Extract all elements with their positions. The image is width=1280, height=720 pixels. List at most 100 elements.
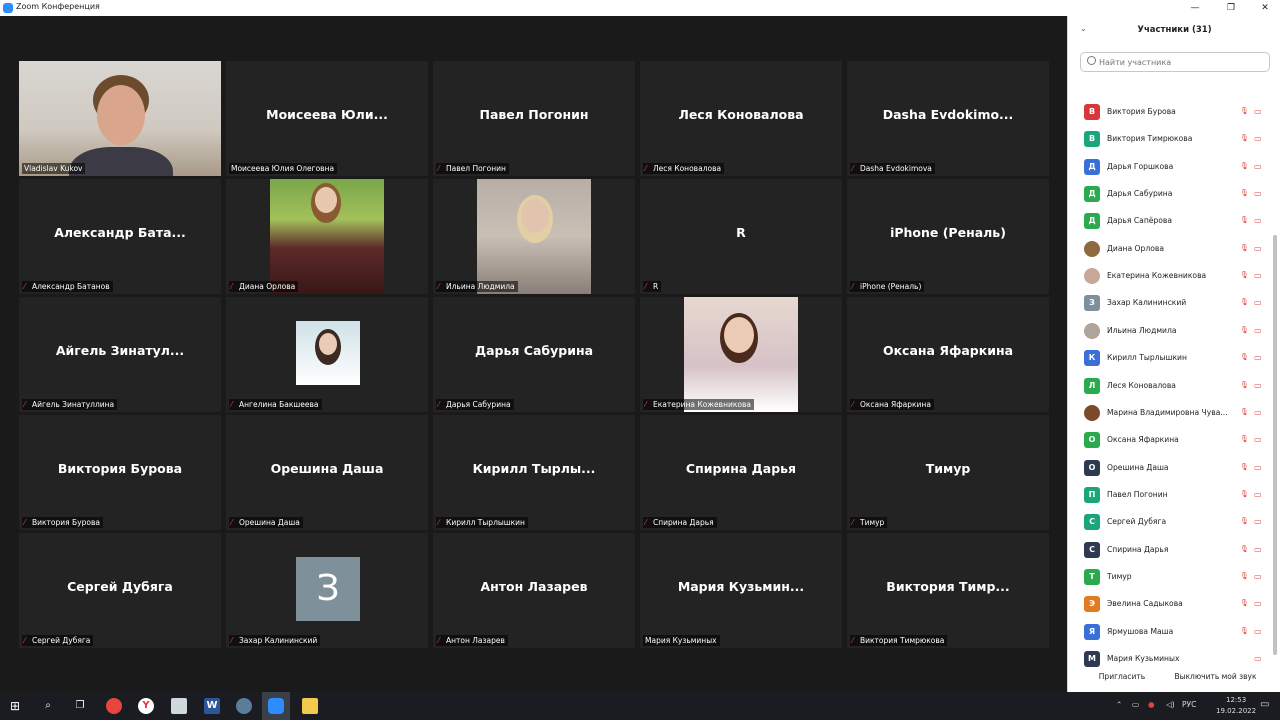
clock-time[interactable]: 12:53 bbox=[1226, 696, 1246, 704]
participant-search-input[interactable] bbox=[1080, 52, 1270, 72]
video-tile[interactable]: Dasha Evdokimo... ⁄ Dasha Evdokimova bbox=[847, 61, 1049, 176]
video-tile[interactable]: ⁄ Ильина Людмила bbox=[433, 179, 635, 294]
tile-name-text: Сергей Дубяга bbox=[32, 636, 91, 645]
language-indicator[interactable]: РУС bbox=[1182, 700, 1196, 709]
participant-name: Орешина Даша bbox=[1107, 462, 1169, 472]
video-tile[interactable]: Антон Лазарев ⁄ Антон Лазарев bbox=[433, 533, 635, 648]
participant-row[interactable]: Э Эвелина Садыкова 🎙 ▭ bbox=[1068, 591, 1273, 618]
video-tile[interactable]: Мария Кузьмин... Мария Кузьминых bbox=[640, 533, 842, 648]
video-tile[interactable]: Александр Бата... ⁄ Александр Батанов bbox=[19, 179, 221, 294]
participant-row[interactable]: В Виктория Тимрюкова 🎙 ▭ bbox=[1068, 126, 1273, 153]
antivirus-icon[interactable]: ● bbox=[1148, 700, 1155, 709]
video-tile[interactable]: Орешина Даша ⁄ Орешина Даша bbox=[226, 415, 428, 530]
participant-row[interactable]: Д Дарья Сабурина 🎙 ▭ bbox=[1068, 181, 1273, 208]
participant-row[interactable]: Екатерина Кожевникова 🎙 ▭ bbox=[1068, 263, 1273, 290]
mic-muted-icon: ⁄ bbox=[24, 282, 26, 291]
camera-off-icon: ▭ bbox=[1254, 626, 1262, 636]
search-icon bbox=[1087, 56, 1096, 65]
video-tile[interactable]: Vladislav Kukov bbox=[19, 61, 221, 176]
video-tile[interactable]: Айгель Зинатул... ⁄ Айгель Зинатуллина bbox=[19, 297, 221, 412]
camera-off-icon: ▭ bbox=[1254, 189, 1262, 199]
word-icon[interactable]: W bbox=[204, 698, 220, 714]
video-tile[interactable]: З ⁄ Захар Калининский bbox=[226, 533, 428, 648]
close-button[interactable]: ✕ bbox=[1248, 0, 1280, 16]
tile-name-text: Дарья Сабурина bbox=[446, 400, 511, 409]
participant-name: Виктория Бурова bbox=[1107, 107, 1176, 116]
invite-button[interactable]: Пригласить bbox=[1092, 670, 1152, 684]
video-tile[interactable]: iPhone (Реналь) ⁄ iPhone (Реналь) bbox=[847, 179, 1049, 294]
notepad-icon[interactable] bbox=[171, 698, 187, 714]
video-tile[interactable]: ⁄ Ангелина Бакшеева bbox=[226, 297, 428, 412]
chrome-icon[interactable] bbox=[106, 698, 122, 714]
task-view-icon[interactable]: ❐ bbox=[72, 698, 88, 714]
participant-row[interactable]: Д Дарья Горшкова 🎙 ▭ bbox=[1068, 154, 1273, 181]
participant-row[interactable]: Марина Владимировна Чува... 🎙 ▭ bbox=[1068, 400, 1273, 427]
minimize-button[interactable]: — bbox=[1178, 0, 1212, 16]
notifications-icon[interactable]: ▭ bbox=[1260, 699, 1269, 710]
chevron-up-icon[interactable]: ⌃ bbox=[1116, 700, 1122, 709]
participants-scrollbar[interactable] bbox=[1273, 235, 1277, 655]
video-tile[interactable]: Виктория Тимр... ⁄ Виктория Тимрюкова bbox=[847, 533, 1049, 648]
tile-name-label: ⁄ Ильина Людмила bbox=[436, 281, 518, 292]
video-tile[interactable]: Спирина Дарья ⁄ Спирина Дарья bbox=[640, 415, 842, 530]
participant-avatar: К bbox=[1084, 350, 1100, 367]
video-tile[interactable]: Павел Погонин ⁄ Павел Погонин bbox=[433, 61, 635, 176]
participants-panel: ⌄ Участники (31) В Виктория Бурова 🎙 ▭ В Викт… bbox=[1067, 16, 1280, 692]
camera-off-icon: ▭ bbox=[1254, 544, 1262, 554]
camera-off-icon: ▭ bbox=[1254, 599, 1262, 609]
participant-avatar: В bbox=[1084, 131, 1100, 148]
tile-name-text: Захар Калининский bbox=[239, 636, 318, 645]
participant-row[interactable]: С Спирина Дарья 🎙 ▭ bbox=[1068, 537, 1273, 564]
participant-row[interactable]: Я Ярмушова Маша 🎙 ▭ bbox=[1068, 619, 1273, 646]
video-tile[interactable]: Кирилл Тырлы... ⁄ Кирилл Тырлышкин bbox=[433, 415, 635, 530]
participant-row[interactable]: П Павел Погонин 🎙 ▭ bbox=[1068, 482, 1273, 509]
participant-row[interactable]: В Виктория Бурова 🎙 ▭ bbox=[1068, 99, 1273, 126]
video-tile[interactable]: Сергей Дубяга ⁄ Сергей Дубяга bbox=[19, 533, 221, 648]
tile-name-text: Антон Лазарев bbox=[446, 636, 505, 645]
yandex-browser-icon[interactable]: Y bbox=[138, 698, 154, 714]
participant-row[interactable]: Л Леся Коновалова 🎙 ▭ bbox=[1068, 373, 1273, 400]
participant-row[interactable]: Диана Орлова 🎙 ▭ bbox=[1068, 236, 1273, 263]
volume-icon[interactable]: ◁) bbox=[1166, 700, 1175, 709]
video-tile[interactable]: ⁄ Екатерина Кожевникова bbox=[640, 297, 842, 412]
video-tile[interactable]: Оксана Яфаркина ⁄ Оксана Яфаркина bbox=[847, 297, 1049, 412]
profile-photo bbox=[684, 297, 798, 412]
video-tile[interactable]: Леся Коновалова ⁄ Леся Коновалова bbox=[640, 61, 842, 176]
participant-row[interactable]: Т Тимур 🎙 ▭ bbox=[1068, 564, 1273, 591]
participant-row[interactable]: О Оксана Яфаркина 🎙 ▭ bbox=[1068, 427, 1273, 454]
video-tile[interactable]: Тимур ⁄ Тимур bbox=[847, 415, 1049, 530]
mic-muted-icon: 🎙 bbox=[1240, 626, 1249, 635]
participant-name: Захар Калининский bbox=[1107, 298, 1187, 308]
participant-row[interactable]: Д Дарья Сапёрова 🎙 ▭ bbox=[1068, 208, 1273, 235]
mic-muted-icon: ⁄ bbox=[645, 518, 647, 527]
zoom-icon[interactable] bbox=[268, 698, 284, 714]
video-tile[interactable]: ⁄ Диана Орлова bbox=[226, 179, 428, 294]
windows-start-icon[interactable]: ⊞ bbox=[7, 698, 23, 714]
mute-me-button[interactable]: Выключить мой звук bbox=[1168, 670, 1263, 684]
participant-row[interactable]: С Сергей Дубяга 🎙 ▭ bbox=[1068, 509, 1273, 536]
video-tile[interactable]: R ⁄ R bbox=[640, 179, 842, 294]
tile-name-label: ⁄ Dasha Evdokimova bbox=[850, 163, 935, 174]
search-icon[interactable]: ⌕ bbox=[40, 698, 56, 714]
participant-row[interactable]: О Орешина Даша 🎙 ▭ bbox=[1068, 455, 1273, 482]
video-tile[interactable]: Виктория Бурова ⁄ Виктория Бурова bbox=[19, 415, 221, 530]
network-icon[interactable]: ▭ bbox=[1132, 700, 1139, 709]
tile-display-name: Айгель Зинатул... bbox=[55, 343, 185, 358]
video-tile[interactable]: Моисеева Юли... Моисеева Юлия Олеговна bbox=[226, 61, 428, 176]
participant-name: Дарья Сабурина bbox=[1107, 189, 1173, 199]
video-tile[interactable]: Дарья Сабурина ⁄ Дарья Сабурина bbox=[433, 297, 635, 412]
participant-avatar: П bbox=[1084, 486, 1100, 503]
mic-muted-icon: 🎙 bbox=[1240, 435, 1249, 444]
file-explorer-icon[interactable] bbox=[302, 698, 318, 714]
app-icon[interactable] bbox=[236, 698, 252, 714]
tile-name-label: ⁄ Павел Погонин bbox=[436, 163, 509, 174]
windows-taskbar: ⊞ ⌕ ❐ Y W ⌃ ▭ ● ◁) РУС 12:53 19.02.2022 … bbox=[0, 692, 1280, 720]
tile-name-label: Мария Кузьминых bbox=[643, 635, 720, 646]
mic-muted-icon: 🎙 bbox=[1240, 462, 1249, 471]
participant-row[interactable]: З Захар Калининский 🎙 ▭ bbox=[1068, 290, 1273, 317]
participant-row[interactable]: Ильина Людмила 🎙 ▭ bbox=[1068, 318, 1273, 345]
restore-button[interactable]: ❐ bbox=[1214, 0, 1248, 16]
participant-row[interactable]: К Кирилл Тырлышкин 🎙 ▭ bbox=[1068, 345, 1273, 372]
clock-date[interactable]: 19.02.2022 bbox=[1216, 707, 1256, 715]
participant-avatar: О bbox=[1084, 459, 1100, 476]
